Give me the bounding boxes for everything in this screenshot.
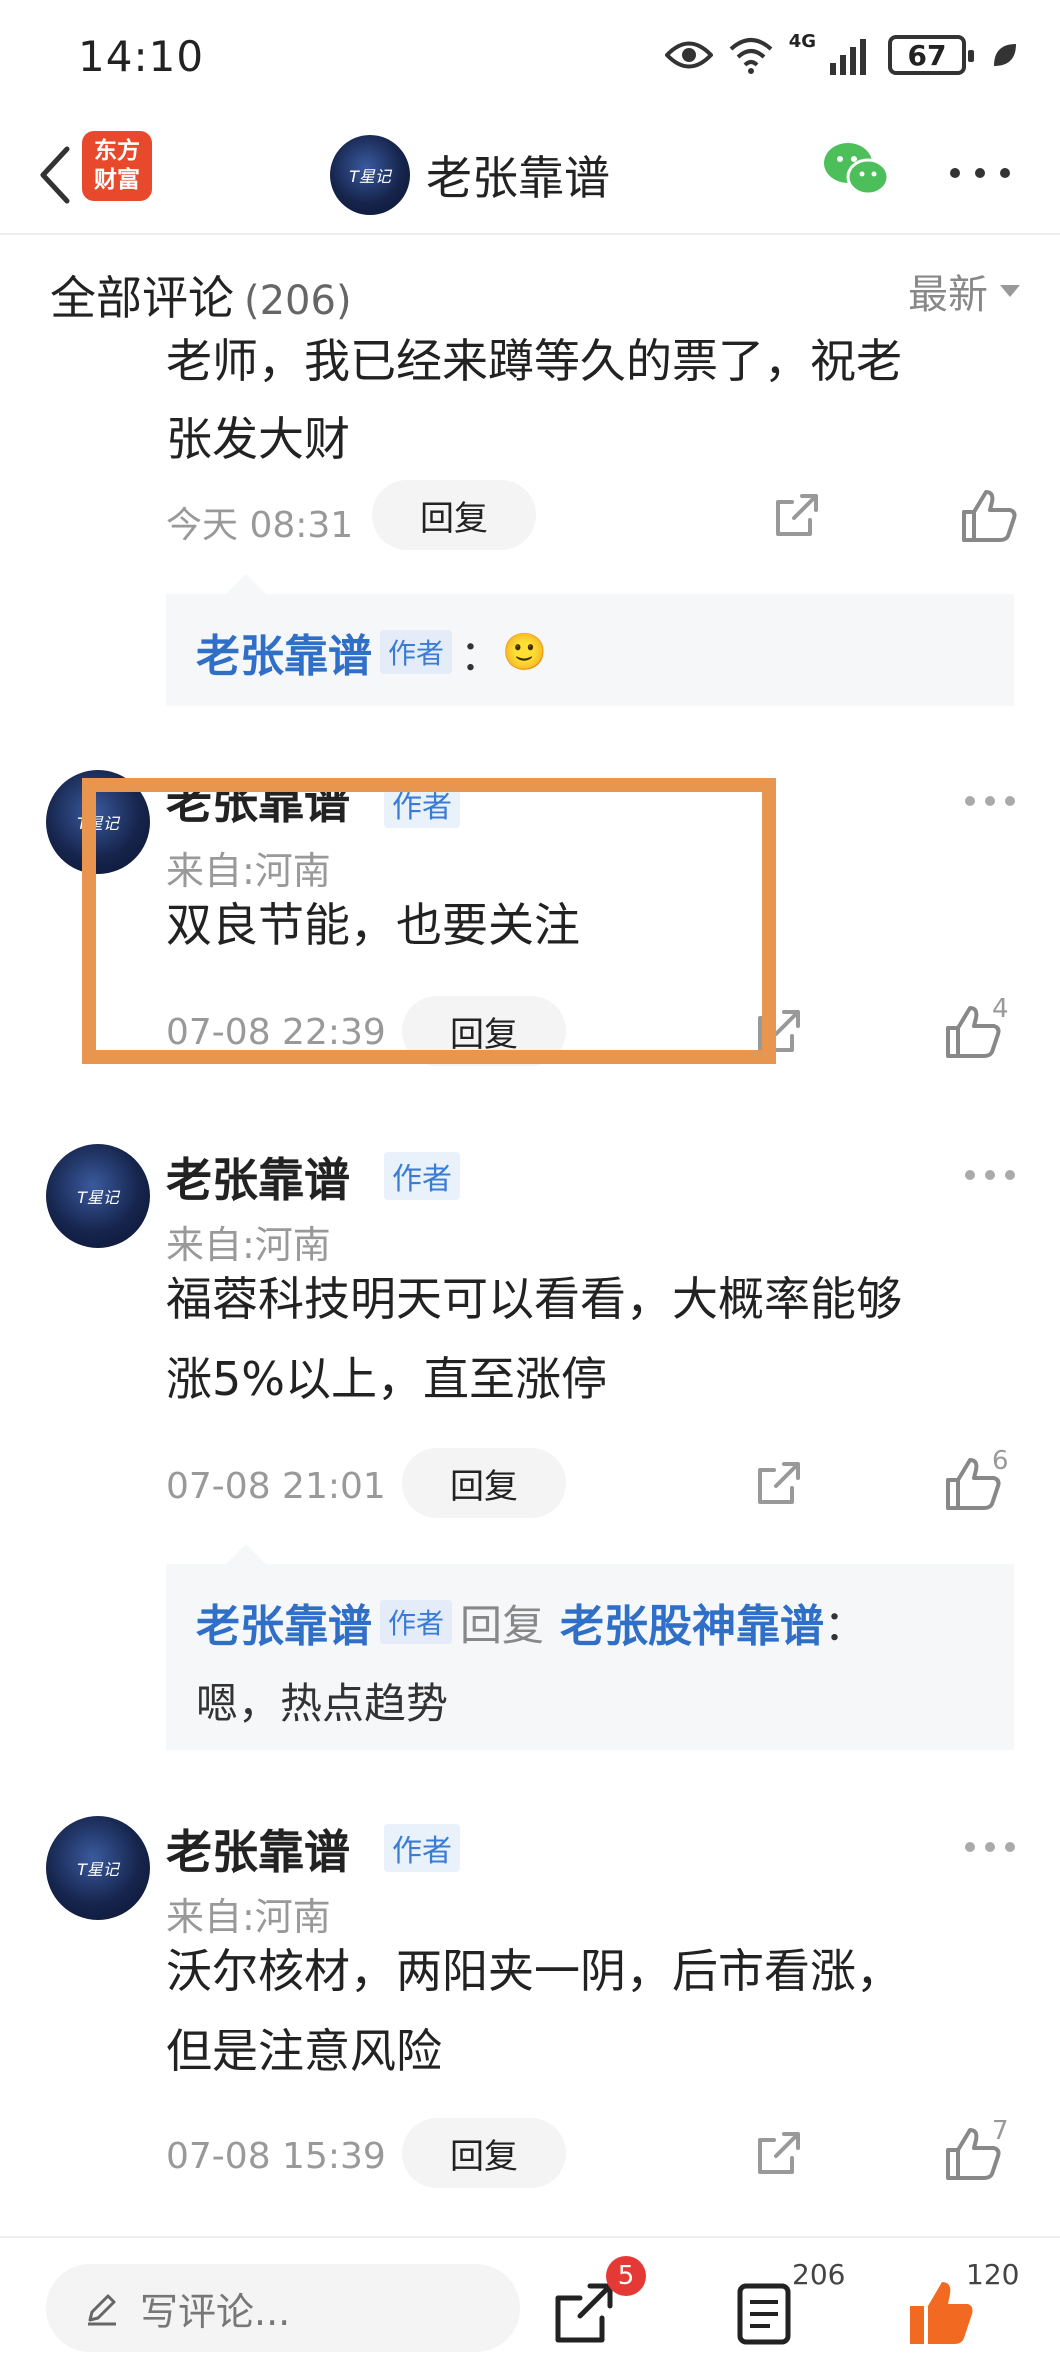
comment-time: 07-08 21:01 <box>166 1466 386 1507</box>
avatar: T星记 <box>330 135 410 215</box>
comments-header: 全部评论 (206) 最新 <box>0 237 1060 337</box>
dot-icon <box>1000 168 1010 178</box>
signal-icon <box>830 39 866 75</box>
reply-author[interactable]: 老张靠谱 <box>196 620 372 684</box>
comment-text-line1: 沃尔核材，两阳夹一阴，后市看涨， <box>166 1944 902 1998</box>
comment-input[interactable]: 写评论... <box>46 2264 520 2352</box>
comment-time: 07-08 15:39 <box>166 2136 386 2177</box>
reply-verb: 回复 <box>460 1600 545 1650</box>
comment-more-button[interactable] <box>965 1842 1015 1854</box>
network-label: 4G <box>788 30 816 52</box>
comment-author[interactable]: 老张靠谱 <box>166 1144 350 1210</box>
comment-text-line2: 涨5%以上，直至涨停 <box>166 1352 607 1406</box>
comment-text-line2: 张发大财 <box>166 412 350 466</box>
comment-item: T星记 老张靠谱 作者 来自:河南 沃尔核材，两阳夹一阴，后市看涨， 但是注意风… <box>0 1806 1060 2206</box>
comment-item: 老师，我已经来蹲等久的票了，祝老 张发大财 今天 08:31 回复 老张靠谱 作… <box>0 300 1060 720</box>
reply-button[interactable]: 回复 <box>372 480 536 550</box>
dot-icon <box>1005 796 1015 806</box>
nav-bar: 东方 财富 T星记 老张靠谱 <box>0 115 1060 235</box>
status-icons: 4G 67 <box>664 30 1020 80</box>
comment-text-line1: 福蓉科技明天可以看看，大概率能够 <box>166 1272 902 1326</box>
comment-more-button[interactable] <box>965 1170 1015 1182</box>
dot-icon <box>1005 1170 1015 1180</box>
dot-icon <box>985 796 995 806</box>
avatar[interactable]: T星记 <box>46 1144 150 1248</box>
reply-colon: ： <box>460 630 503 680</box>
wechat-icon[interactable] <box>822 139 892 199</box>
comments-title-text: 全部评论 <box>50 271 234 325</box>
comments-title: 全部评论 (206) <box>50 262 352 328</box>
reply-colon: ： <box>824 1600 867 1650</box>
avatar[interactable]: T星记 <box>46 1816 150 1920</box>
author-tag: 作者 <box>384 1152 460 1200</box>
like-icon[interactable] <box>958 486 1028 546</box>
dot-icon <box>965 1170 975 1180</box>
pencil-icon <box>88 2294 116 2326</box>
dot-icon <box>985 1170 995 1180</box>
comment-author[interactable]: 老张靠谱 <box>166 1816 350 1882</box>
dot-icon <box>1005 1842 1015 1852</box>
sort-label: 最新 <box>908 272 988 318</box>
comment-input-placeholder: 写评论... <box>140 2289 291 2334</box>
smile-emoji-icon: 🙂 <box>502 632 547 673</box>
comment-count: 206 <box>792 2258 846 2291</box>
reply-box: 老张靠谱 作者 ： 🙂 <box>166 574 1014 706</box>
wifi-icon <box>729 38 773 74</box>
dot-icon <box>965 1842 975 1852</box>
status-time: 14:10 <box>78 32 205 81</box>
status-bar: 14:10 4G 67 <box>0 0 1060 115</box>
leaf-icon <box>994 44 1016 66</box>
like-count: 4 <box>992 994 1009 1024</box>
share-icon[interactable] <box>754 1458 804 1508</box>
caret-down-icon <box>1000 285 1020 297</box>
battery-indicator: 67 <box>888 35 974 75</box>
back-button[interactable] <box>20 137 90 213</box>
author-tag: 作者 <box>380 630 453 674</box>
dot-icon <box>965 796 975 806</box>
logo-line2: 财富 <box>94 167 140 193</box>
author-tag: 作者 <box>384 1824 460 1872</box>
nav-author[interactable]: T星记 老张靠谱 <box>330 125 610 225</box>
share-badge: 5 <box>606 2256 646 2296</box>
share-icon[interactable] <box>772 490 822 540</box>
like-count: 6 <box>992 1446 1009 1476</box>
like-count: 7 <box>992 2116 1009 2146</box>
reply-box: 老张靠谱 作者 回复 老张股神靠谱 ： 嗯，热点趋势 <box>166 1544 1014 1750</box>
share-icon[interactable] <box>754 2128 804 2178</box>
bottom-bar: 写评论... 5 206 120 <box>0 2236 1060 2376</box>
reply-button[interactable]: 回复 <box>402 1448 566 1518</box>
comment-text-line2: 但是注意风险 <box>166 2024 442 2078</box>
more-options-button[interactable] <box>950 153 1010 193</box>
app-logo[interactable]: 东方 财富 <box>82 131 152 201</box>
author-tag: 作者 <box>380 1600 453 1644</box>
reply-text: 嗯，热点趋势 <box>196 1679 449 1728</box>
comment-more-button[interactable] <box>965 796 1015 808</box>
comment-item: T星记 老张靠谱 作者 来自:河南 福蓉科技明天可以看看，大概率能够 涨5%以上… <box>0 1134 1060 1754</box>
reply-target[interactable]: 老张股神靠谱 <box>560 1590 824 1654</box>
dot-icon <box>950 168 960 178</box>
highlight-box <box>82 778 776 1064</box>
dot-icon <box>985 1842 995 1852</box>
like-count: 120 <box>966 2258 1020 2291</box>
reply-button[interactable]: 回复 <box>402 2118 566 2188</box>
dot-icon <box>975 168 985 178</box>
sort-dropdown[interactable]: 最新 <box>908 262 1020 320</box>
reply-author[interactable]: 老张靠谱 <box>196 1590 372 1654</box>
logo-line1: 东方 <box>94 138 140 164</box>
comment-time: 今天 08:31 <box>166 505 354 546</box>
page-title: 老张靠谱 <box>426 151 610 205</box>
chevron-left-icon <box>40 146 70 204</box>
eye-icon <box>664 41 713 69</box>
comments-count: (206) <box>244 278 352 324</box>
